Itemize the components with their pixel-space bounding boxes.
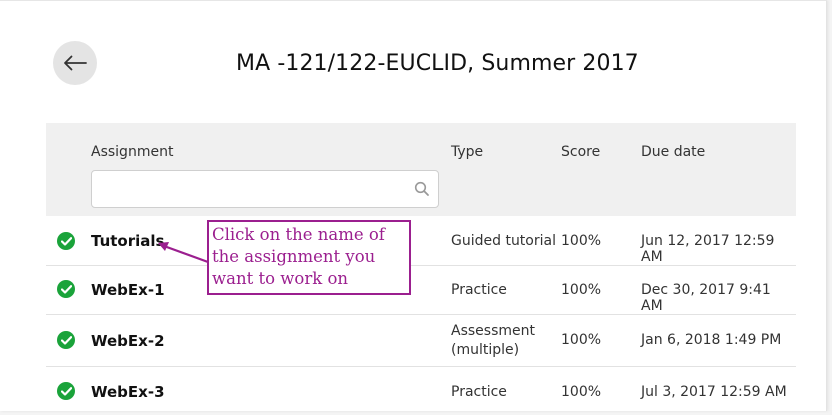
- assignment-link[interactable]: WebEx-2: [91, 332, 165, 350]
- check-circle-icon: [57, 232, 75, 250]
- annotation-line: Click on the name of: [212, 225, 385, 244]
- assignment-score: 100%: [561, 384, 602, 400]
- assignment-type: Practice: [451, 282, 507, 298]
- column-header-assignment[interactable]: Assignment: [91, 144, 173, 160]
- assignment-link[interactable]: WebEx-3: [91, 383, 165, 401]
- table-header: Assignment Type Score Due date: [46, 123, 796, 216]
- assignment-type: Guided tutorial: [451, 233, 556, 249]
- check-circle-icon: [57, 280, 75, 298]
- search-input[interactable]: [92, 171, 422, 207]
- column-header-due-date[interactable]: Due date: [641, 144, 705, 160]
- assignment-due-date: Jan 6, 2018 1:49 PM: [641, 332, 782, 348]
- annotation-callout: Click on the name of the assignment you …: [207, 220, 411, 295]
- assignment-score: 100%: [561, 332, 602, 348]
- assignment-score: 100%: [561, 233, 602, 249]
- assignment-type: Assessment (multiple): [451, 322, 535, 360]
- assignment-type-line1: Assessment: [451, 323, 535, 339]
- assignment-due-date: Dec 30, 2017 9:41 AM: [641, 282, 771, 314]
- assignment-type: Practice: [451, 384, 507, 400]
- assignment-due-date: Jul 3, 2017 12:59 AM: [641, 384, 787, 400]
- table-row: WebEx-3 Practice 100% Jul 3, 2017 12:59 …: [46, 367, 796, 415]
- back-button[interactable]: [53, 41, 97, 85]
- check-circle-icon: [57, 382, 75, 400]
- column-header-type[interactable]: Type: [451, 144, 483, 160]
- annotation-line: want to work on: [212, 269, 349, 288]
- annotation-line: the assignment you: [212, 247, 376, 266]
- check-circle-icon: [57, 331, 75, 349]
- annotation-arrow: [158, 242, 210, 264]
- assignment-score: 100%: [561, 282, 602, 298]
- table-row: WebEx-2 Assessment (multiple) 100% Jan 6…: [46, 315, 796, 367]
- assignment-due-date: Jun 12, 2017 12:59 AM: [641, 233, 775, 265]
- page-title: MA -121/122-EUCLID, Summer 2017: [236, 51, 639, 76]
- assignment-search: [91, 170, 439, 208]
- assignments-card: MA -121/122-EUCLID, Summer 2017 Assignme…: [0, 0, 827, 411]
- arrow-left-icon: [64, 55, 87, 71]
- assignment-type-line2: (multiple): [451, 342, 520, 358]
- table-row: WebEx-1 Practice 100% Dec 30, 2017 9:41 …: [46, 266, 796, 315]
- search-icon: [414, 181, 429, 196]
- assignment-link[interactable]: WebEx-1: [91, 281, 165, 299]
- column-header-score[interactable]: Score: [561, 144, 600, 160]
